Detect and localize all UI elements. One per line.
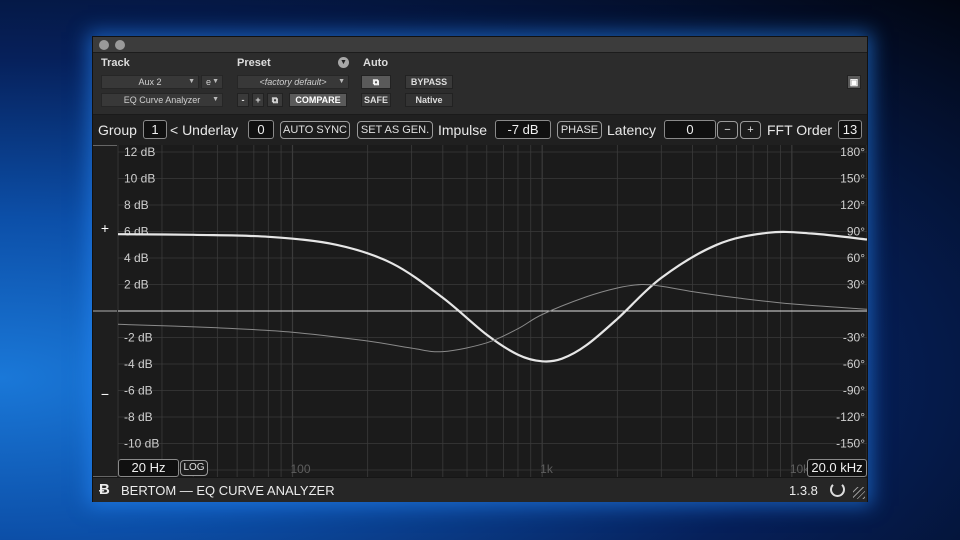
chevron-down-icon: ▼ xyxy=(188,78,195,85)
fft-order-label: FFT Order xyxy=(767,122,833,138)
track-channel-selector[interactable]: e ▼ xyxy=(201,75,223,89)
chevron-down-icon: ▼ xyxy=(338,78,345,85)
preset-selector[interactable]: <factory default> ▼ xyxy=(237,75,349,89)
compare-button[interactable]: COMPARE xyxy=(289,93,347,107)
frequency-tick-label: 1k xyxy=(540,462,554,476)
preset-value: <factory default> xyxy=(259,77,327,87)
phase-tick-label: 180° xyxy=(840,145,865,159)
underlay-label: < Underlay xyxy=(170,122,239,138)
freq-max-field[interactable]: 20.0 kHz xyxy=(807,459,867,477)
preset-label: Preset xyxy=(237,57,271,69)
frequency-tick-label: 100 xyxy=(291,462,311,476)
insert-selector[interactable]: EQ Curve Analyzer ▼ xyxy=(101,93,223,107)
preset-copy-button[interactable]: ⧉ xyxy=(267,93,283,107)
latency-field[interactable]: 0 xyxy=(664,120,716,139)
host-plugin-header: Track Aux 2 ▼ e ▼ EQ Curve Analyzer ▼ Prese… xyxy=(93,53,867,115)
group-label: Group xyxy=(98,122,137,138)
resize-handle-icon[interactable] xyxy=(853,487,865,499)
zoom-out-button[interactable]: − xyxy=(93,311,117,477)
phase-tick-label: -30° xyxy=(843,331,865,345)
preset-previous-button[interactable]: - xyxy=(237,93,249,107)
frequency-axis: 100 1k 10k xyxy=(291,462,811,476)
scale-bar: + − xyxy=(93,145,117,477)
chevron-down-icon: ▼ xyxy=(212,96,219,103)
automation-icon: ⧉ xyxy=(372,77,380,87)
track-label: Track xyxy=(101,57,130,69)
magnitude-tick-label: -8 dB xyxy=(124,410,153,424)
impulse-label: Impulse xyxy=(438,122,488,138)
curves xyxy=(117,230,867,363)
power-icon[interactable] xyxy=(830,482,845,497)
insert-name: EQ Curve Analyzer xyxy=(123,95,201,105)
native-indicator: Native xyxy=(405,93,453,107)
version-label: 1.3.8 xyxy=(789,483,818,498)
phase-button[interactable]: PHASE xyxy=(557,121,602,139)
magnitude-tick-label: 6 dB xyxy=(124,225,149,239)
latency-decrease-button[interactable]: − xyxy=(717,121,738,139)
magnitude-tick-label: -4 dB xyxy=(124,357,153,371)
chart-svg[interactable]: 12 dB 10 dB 8 dB 6 dB 4 dB 2 dB -2 dB -4 dB -6 d… xyxy=(93,145,867,477)
magnitude-curve xyxy=(117,230,867,363)
brand-title: BERTOM — EQ CURVE ANALYZER xyxy=(121,483,335,498)
preset-next-button[interactable]: + xyxy=(252,93,264,107)
magnitude-tick-label: 4 dB xyxy=(124,251,149,265)
grid xyxy=(117,145,867,477)
eq-curve-plot[interactable]: 12 dB 10 dB 8 dB 6 dB 4 dB 2 dB -2 dB -4 dB -6 d… xyxy=(93,145,867,477)
copy-icon: ⧉ xyxy=(271,95,279,105)
underlay-field[interactable]: 0 xyxy=(248,120,274,139)
group-field[interactable]: 1 xyxy=(143,120,167,139)
phase-axis: 180°150°120°90°60°30°-30°-60°-90°-120°-1… xyxy=(836,145,865,451)
phase-tick-label: 120° xyxy=(840,198,865,212)
phase-tick-label: 150° xyxy=(840,172,865,186)
fft-order-field[interactable]: 13 xyxy=(838,120,862,139)
magnitude-tick-label: -10 dB xyxy=(124,437,159,451)
minimize-window-button[interactable] xyxy=(115,40,125,50)
phase-curve xyxy=(117,283,867,353)
bypass-button[interactable]: BYPASS xyxy=(405,75,453,89)
safe-button[interactable]: SAFE xyxy=(361,93,391,107)
zoom-in-button[interactable]: + xyxy=(93,145,117,311)
plugin-window: Track Aux 2 ▼ e ▼ EQ Curve Analyzer ▼ Prese… xyxy=(92,36,868,502)
chevron-down-icon: ▼ xyxy=(212,78,219,85)
magnitude-tick-label: 10 dB xyxy=(124,172,155,186)
phase-tick-label: 30° xyxy=(847,278,865,292)
target-toggle-button[interactable]: ▣ xyxy=(847,75,861,89)
magnitude-tick-label: 12 dB xyxy=(124,145,155,159)
footer: Ƀ BERTOM — EQ CURVE ANALYZER 1.3.8 xyxy=(93,477,867,502)
phase-tick-label: -60° xyxy=(843,357,865,371)
freq-min-field[interactable]: 20 Hz xyxy=(118,459,179,477)
close-window-button[interactable] xyxy=(99,40,109,50)
track-channel: e xyxy=(206,77,212,87)
track-selector[interactable]: Aux 2 ▼ xyxy=(101,75,199,89)
magnitude-tick-label: 8 dB xyxy=(124,198,149,212)
impulse-field[interactable]: -7 dB xyxy=(495,120,551,139)
magnitude-axis: 12 dB 10 dB 8 dB 6 dB 4 dB 2 dB -2 dB -4 dB -6 d… xyxy=(124,145,159,451)
latency-increase-button[interactable]: + xyxy=(740,121,761,139)
magnitude-tick-label: 2 dB xyxy=(124,278,149,292)
bertom-logo-icon: Ƀ xyxy=(99,481,110,498)
auto-label: Auto xyxy=(363,57,389,69)
auto-sync-button[interactable]: AUTO SYNC xyxy=(280,121,350,139)
phase-tick-label: 60° xyxy=(847,251,865,265)
preset-menu-icon[interactable]: ▼ xyxy=(338,57,349,68)
target-icon: ▣ xyxy=(849,77,859,87)
latency-label: Latency xyxy=(607,122,657,138)
automation-window-button[interactable]: ⧉ xyxy=(361,75,391,89)
phase-tick-label: -120° xyxy=(836,410,865,424)
analyzer-controls: Group 1 < Underlay 0 AUTO SYNC SET AS GE… xyxy=(93,115,867,145)
set-as-gen-button[interactable]: SET AS GEN. xyxy=(357,121,433,139)
magnitude-tick-label: -6 dB xyxy=(124,384,153,398)
phase-tick-label: -150° xyxy=(836,437,865,451)
track-name: Aux 2 xyxy=(138,77,162,87)
title-bar xyxy=(93,37,867,53)
log-button[interactable]: LOG xyxy=(180,460,208,476)
magnitude-tick-label: -2 dB xyxy=(124,331,153,345)
phase-tick-label: -90° xyxy=(843,384,865,398)
